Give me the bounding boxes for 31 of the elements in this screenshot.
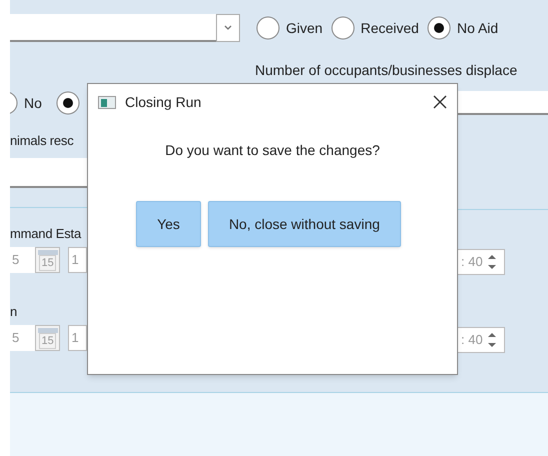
chevron-down-icon: [224, 25, 232, 31]
field-label: Number of occupants/businesses displace: [255, 61, 518, 80]
spinner-icon[interactable]: [488, 332, 496, 348]
dropdown-field[interactable]: [10, 14, 240, 42]
input-field[interactable]: [458, 91, 548, 115]
dropdown-button[interactable]: [216, 14, 240, 42]
date-field[interactable]: 5: [10, 325, 35, 351]
radio-button[interactable]: [256, 16, 280, 40]
dialog-button[interactable]: No, close without saving: [208, 201, 401, 247]
dialog-button[interactable]: Yes: [136, 201, 201, 247]
calendar-button[interactable]: 15: [34, 247, 60, 273]
dialog-title: Closing Run: [125, 92, 202, 112]
radio-label: No Aid: [456, 18, 498, 38]
spinner-icon[interactable]: [488, 254, 496, 270]
date-field[interactable]: 5: [10, 247, 35, 273]
time-field[interactable]: 1: [68, 325, 87, 351]
calendar-button[interactable]: 15: [34, 325, 60, 351]
time-field[interactable]: 1: [68, 247, 87, 273]
radio-button[interactable]: [426, 16, 451, 40]
radio-button[interactable]: [56, 91, 80, 115]
dialog-message: Do you want to save the changes?: [165, 141, 380, 160]
field-label: n: [10, 303, 18, 320]
radio-label: No: [24, 94, 42, 112]
field-label: nimals resc: [10, 132, 75, 149]
window-icon: [98, 96, 116, 108]
close-icon[interactable]: [433, 95, 447, 109]
radio-label: Received: [360, 18, 419, 38]
radio-label: Given: [286, 18, 323, 38]
input-field[interactable]: [10, 158, 87, 188]
field-label: mmand Esta: [10, 225, 82, 242]
radio-button[interactable]: [330, 16, 355, 40]
